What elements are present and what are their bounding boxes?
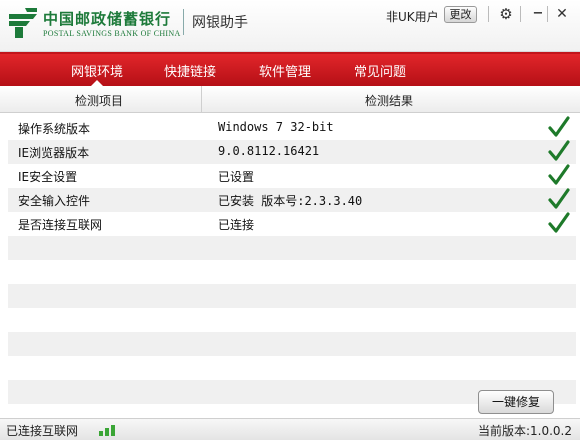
one-click-repair-button[interactable]: 一键修复 <box>478 390 554 414</box>
tab-quick-links[interactable]: 快捷链接 <box>164 61 216 80</box>
check-result: 9.0.8112.16421 <box>218 144 320 158</box>
check-result: 已安装 版本号:2.3.3.40 <box>218 194 363 208</box>
connection-status: 已连接互联网 <box>6 424 79 438</box>
user-status: 非UK用户 <box>386 10 439 24</box>
table-row: 操作系统版本 Windows 7 32-bit <box>8 116 576 140</box>
checkmark-icon <box>548 212 570 233</box>
check-result: 已设置 <box>218 170 255 184</box>
empty-row <box>8 356 576 380</box>
check-item: IE安全设置 <box>18 170 78 184</box>
close-icon[interactable]: ✕ <box>552 4 572 24</box>
column-header-item: 检测项目 <box>75 94 124 108</box>
divider <box>520 6 521 22</box>
signal-strength-icon <box>99 425 115 436</box>
check-result: Windows 7 32-bit <box>218 120 334 134</box>
check-results-table: 操作系统版本 Windows 7 32-bit IE浏览器版本 9.0.8112… <box>8 116 576 428</box>
app-title: 网银助手 <box>192 15 248 31</box>
divider <box>547 6 548 22</box>
checkmark-icon <box>548 140 570 161</box>
divider <box>488 6 489 22</box>
empty-row <box>8 284 576 308</box>
minimize-icon[interactable]: − <box>528 4 548 24</box>
bank-name-en: POSTAL SAVINGS BANK OF CHINA <box>43 29 181 38</box>
gear-icon[interactable]: ⚙ <box>496 4 516 24</box>
empty-row <box>8 332 576 356</box>
bank-logo-icon <box>9 8 37 38</box>
table-row: IE浏览器版本 9.0.8112.16421 <box>8 140 576 164</box>
status-bar: 已连接互联网 当前版本:1.0.0.2 <box>0 418 580 440</box>
checkmark-icon <box>548 116 570 137</box>
checkmark-icon <box>548 188 570 209</box>
table-row: 安全输入控件 已安装 版本号:2.3.3.40 <box>8 188 576 212</box>
check-item: 安全输入控件 <box>18 194 91 208</box>
tab-software-management[interactable]: 软件管理 <box>259 61 311 80</box>
tab-network-environment[interactable]: 网银环境 <box>71 61 123 80</box>
check-item: 操作系统版本 <box>18 122 91 136</box>
check-item: 是否连接互联网 <box>18 218 103 232</box>
table-row: IE安全设置 已设置 <box>8 164 576 188</box>
column-header-result: 检测结果 <box>365 94 414 108</box>
main-nav: 网银环境 快捷链接 软件管理 常见问题 <box>0 52 580 86</box>
tab-faq[interactable]: 常见问题 <box>354 61 406 80</box>
change-user-button[interactable]: 更改 <box>444 6 477 23</box>
empty-row <box>8 236 576 260</box>
title-divider <box>183 9 184 35</box>
empty-row <box>8 260 576 284</box>
table-row: 是否连接互联网 已连接 <box>8 212 576 236</box>
checkmark-icon <box>548 164 570 185</box>
empty-row <box>8 308 576 332</box>
bank-name-cn: 中国邮政储蓄银行 <box>43 10 172 28</box>
table-header: 检测项目 检测结果 <box>0 86 580 113</box>
check-item: IE浏览器版本 <box>18 146 90 160</box>
version-text: 当前版本:1.0.0.2 <box>477 424 572 438</box>
title-bar: 中国邮政储蓄银行 POSTAL SAVINGS BANK OF CHINA 网银… <box>0 0 580 52</box>
check-result: 已连接 <box>218 218 255 232</box>
column-divider <box>201 86 202 113</box>
